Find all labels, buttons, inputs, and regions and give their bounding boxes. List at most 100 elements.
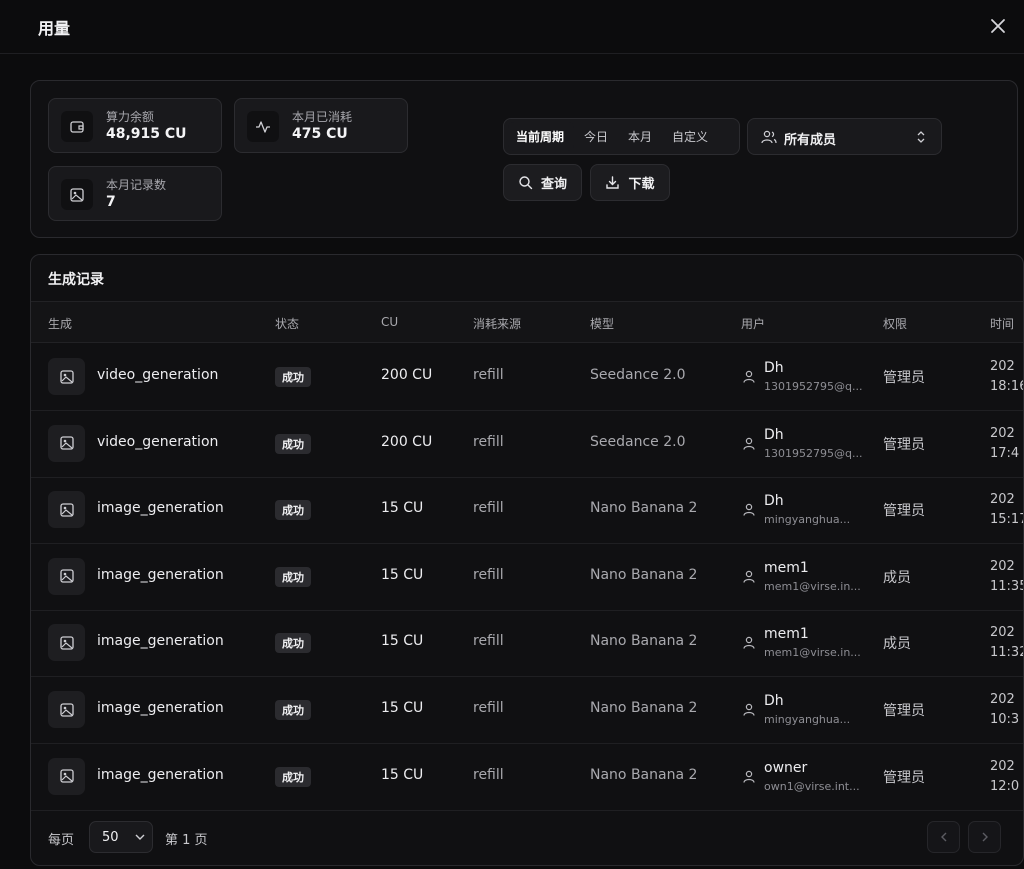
- model-value: Seedance 2.0: [590, 433, 686, 450]
- image-icon: [48, 557, 85, 595]
- time-clock: 12:0: [990, 778, 1020, 794]
- tab-current-cycle[interactable]: 当前周期: [508, 122, 575, 151]
- generation-type: video_generation: [97, 367, 219, 383]
- users-icon: [761, 130, 777, 144]
- table-row[interactable]: video_generation 成功 200 CU refill Seedan…: [31, 411, 1023, 478]
- source-value: refill: [473, 500, 504, 517]
- query-label: 查询: [540, 177, 567, 192]
- user-icon: [743, 770, 755, 783]
- model-value: Nano Banana 2: [590, 700, 698, 716]
- member-select-value: 所有成员: [784, 133, 837, 148]
- download-icon: [606, 176, 620, 189]
- table-row[interactable]: video_generation 成功 200 CU refill Seedan…: [31, 344, 1024, 411]
- cu-value: 200 CU: [381, 367, 433, 383]
- model-value: Nano Banana 2: [590, 500, 698, 517]
- user-email: mingyanghua...: [764, 513, 851, 527]
- user-name: mem1: [764, 626, 809, 643]
- time-clock: 15:17: [990, 512, 1024, 528]
- image-icon: [48, 624, 85, 662]
- stat-card-consumed: 本月已消耗 475 CU: [234, 98, 408, 153]
- image-icon: [48, 358, 85, 395]
- time-clock: 17:4: [990, 445, 1020, 461]
- user-email: mem1@virse.in...: [764, 646, 861, 660]
- column-header-generation: 生成: [48, 317, 73, 331]
- stat-value: 48,915 CU: [106, 126, 187, 142]
- user-icon: [743, 637, 755, 650]
- close-button[interactable]: [986, 14, 1010, 38]
- image-icon: [48, 424, 85, 462]
- role-value: 管理员: [883, 503, 925, 520]
- role-value: 管理员: [883, 703, 925, 719]
- image-icon: [48, 691, 85, 728]
- table-row[interactable]: image_generation 成功 15 CU refill Nano Ba…: [31, 610, 1024, 678]
- time-clock: 18:16: [990, 379, 1024, 394]
- status-badge: 成功: [275, 566, 311, 587]
- pagination-footer: 每页 50 第 1 页: [31, 809, 1023, 865]
- tab-today[interactable]: 今日: [574, 122, 618, 151]
- role-value: 成员: [883, 636, 911, 653]
- download-button[interactable]: 下载: [590, 164, 670, 201]
- table-row[interactable]: image_generation 成功 15 CU refill Nano Ba…: [31, 477, 1024, 545]
- model-value: Nano Banana 2: [590, 566, 698, 583]
- status-badge: 成功: [275, 433, 311, 454]
- cu-value: 15 CU: [381, 500, 424, 517]
- time-date: 202: [990, 359, 1015, 374]
- source-value: refill: [473, 700, 504, 716]
- user-name: Dh: [764, 493, 784, 510]
- member-select[interactable]: 所有成员: [747, 118, 942, 155]
- model-value: Nano Banana 2: [590, 766, 698, 783]
- column-header-time: 时间: [990, 317, 1015, 331]
- user-name: Dh: [764, 426, 784, 443]
- user-email: mingyanghua...: [764, 713, 851, 726]
- table-header: 生成 状态 CU 消耗来源 模型 用户 权限 时间: [31, 301, 1023, 343]
- cu-value: 15 CU: [381, 633, 424, 650]
- table-row[interactable]: image_generation 成功 15 CU refill Nano Ba…: [31, 677, 1023, 744]
- model-value: Seedance 2.0: [590, 367, 686, 383]
- generation-type: image_generation: [97, 633, 224, 650]
- table-row[interactable]: image_generation 成功 15 CU refill Nano Ba…: [31, 744, 1023, 811]
- role-value: 管理员: [883, 769, 925, 786]
- user-name: mem1: [764, 559, 809, 576]
- chevron-right-icon: [982, 832, 988, 842]
- tab-custom[interactable]: 自定义: [662, 122, 718, 151]
- time-date: 202: [990, 625, 1015, 641]
- image-icon: [48, 491, 85, 529]
- status-badge: 成功: [275, 633, 311, 654]
- user-icon: [743, 570, 755, 583]
- search-icon: [519, 176, 533, 190]
- stat-card-balance: 算力余额 48,915 CU: [48, 98, 222, 153]
- time-clock: 11:32: [990, 645, 1024, 661]
- prev-page-button[interactable]: [927, 821, 960, 853]
- tab-this-month[interactable]: 本月: [618, 122, 662, 151]
- stat-label: 本月记录数: [106, 178, 167, 192]
- close-icon: [991, 19, 1005, 33]
- table-row[interactable]: image_generation 成功 15 CU refill Nano Ba…: [31, 544, 1023, 611]
- next-page-button[interactable]: [968, 821, 1001, 853]
- modal-title: 用量: [38, 19, 71, 38]
- user-email: 1301952795@q...: [764, 446, 863, 460]
- per-page-select[interactable]: 50: [89, 821, 153, 853]
- modal-header: 用量: [0, 0, 1024, 54]
- stat-card-records: 本月记录数 7: [48, 166, 222, 221]
- time-date: 202: [990, 425, 1015, 441]
- generation-type: image_generation: [97, 766, 224, 783]
- per-page-label: 每页: [48, 833, 75, 848]
- cu-value: 15 CU: [381, 766, 424, 783]
- role-value: 管理员: [883, 370, 925, 386]
- chevron-up-down-icon: [917, 131, 925, 143]
- source-value: refill: [473, 433, 504, 450]
- generation-type: video_generation: [97, 433, 219, 450]
- status-badge: 成功: [275, 367, 311, 387]
- records-title: 生成记录: [48, 272, 104, 288]
- role-value: 成员: [883, 569, 911, 586]
- time-date: 202: [990, 558, 1015, 574]
- stat-label: 算力余额: [106, 110, 155, 124]
- image-icon: [48, 757, 85, 795]
- column-header-model: 模型: [590, 317, 615, 331]
- query-button[interactable]: 查询: [503, 164, 582, 201]
- cu-value: 15 CU: [381, 700, 424, 716]
- column-header-user: 用户: [741, 317, 766, 331]
- user-name: Dh: [764, 693, 784, 709]
- role-value: 管理员: [883, 436, 925, 453]
- cu-value: 15 CU: [381, 566, 424, 583]
